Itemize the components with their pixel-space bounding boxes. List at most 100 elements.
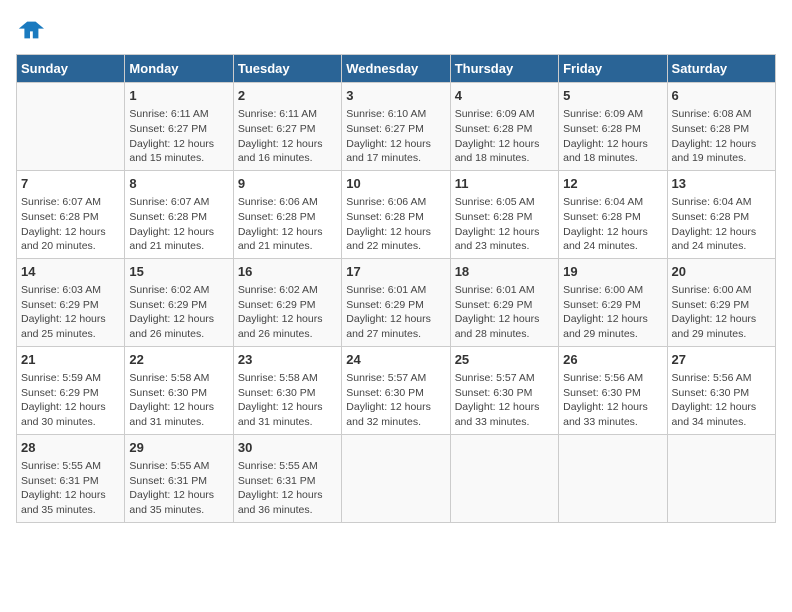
day-number: 8 (129, 175, 228, 193)
calendar-cell: 26 Sunrise: 5:56 AM Sunset: 6:30 PM Dayli… (559, 346, 667, 434)
calendar-cell: 6 Sunrise: 6:08 AM Sunset: 6:28 PM Daylig… (667, 83, 775, 171)
calendar-cell: 20 Sunrise: 6:00 AM Sunset: 6:29 PM Dayli… (667, 258, 775, 346)
day-number: 19 (563, 263, 662, 281)
day-info: Sunrise: 6:02 AM Sunset: 6:29 PM Dayligh… (238, 283, 337, 342)
day-number: 13 (672, 175, 771, 193)
day-info: Sunrise: 6:03 AM Sunset: 6:29 PM Dayligh… (21, 283, 120, 342)
header-row: SundayMondayTuesdayWednesdayThursdayFrid… (17, 55, 776, 83)
calendar-cell: 17 Sunrise: 6:01 AM Sunset: 6:29 PM Dayli… (342, 258, 450, 346)
calendar-cell: 3 Sunrise: 6:10 AM Sunset: 6:27 PM Daylig… (342, 83, 450, 171)
day-info: Sunrise: 6:09 AM Sunset: 6:28 PM Dayligh… (455, 107, 554, 166)
calendar-cell: 2 Sunrise: 6:11 AM Sunset: 6:27 PM Daylig… (233, 83, 341, 171)
day-info: Sunrise: 5:57 AM Sunset: 6:30 PM Dayligh… (455, 371, 554, 430)
calendar-week-2: 14 Sunrise: 6:03 AM Sunset: 6:29 PM Dayli… (17, 258, 776, 346)
day-number: 14 (21, 263, 120, 281)
day-info: Sunrise: 6:00 AM Sunset: 6:29 PM Dayligh… (563, 283, 662, 342)
calendar-cell: 10 Sunrise: 6:06 AM Sunset: 6:28 PM Dayli… (342, 170, 450, 258)
calendar-cell: 9Sunrise: 6:06 AM Sunset: 6:28 PM Daylig… (233, 170, 341, 258)
day-number: 23 (238, 351, 337, 369)
calendar-cell: 15 Sunrise: 6:02 AM Sunset: 6:29 PM Dayli… (125, 258, 233, 346)
calendar-table: SundayMondayTuesdayWednesdayThursdayFrid… (16, 54, 776, 523)
day-number: 10 (346, 175, 445, 193)
calendar-cell: 16 Sunrise: 6:02 AM Sunset: 6:29 PM Dayli… (233, 258, 341, 346)
day-number: 7 (21, 175, 120, 193)
day-info: Sunrise: 6:01 AM Sunset: 6:29 PM Dayligh… (346, 283, 445, 342)
day-number: 16 (238, 263, 337, 281)
day-number: 5 (563, 87, 662, 105)
day-info: Sunrise: 5:55 AM Sunset: 6:31 PM Dayligh… (238, 459, 337, 518)
calendar-cell: 18Sunrise: 6:01 AM Sunset: 6:29 PM Dayli… (450, 258, 558, 346)
calendar-cell: 30 Sunrise: 5:55 AM Sunset: 6:31 PM Dayli… (233, 434, 341, 522)
calendar-cell: 25 Sunrise: 5:57 AM Sunset: 6:30 PM Dayli… (450, 346, 558, 434)
day-info: Sunrise: 6:00 AM Sunset: 6:29 PM Dayligh… (672, 283, 771, 342)
day-info: Sunrise: 6:09 AM Sunset: 6:28 PM Dayligh… (563, 107, 662, 166)
calendar-cell: 14 Sunrise: 6:03 AM Sunset: 6:29 PM Dayli… (17, 258, 125, 346)
calendar-cell: 11Sunrise: 6:05 AM Sunset: 6:28 PM Dayli… (450, 170, 558, 258)
calendar-cell: 21Sunrise: 5:59 AM Sunset: 6:29 PM Dayli… (17, 346, 125, 434)
calendar-cell: 28 Sunrise: 5:55 AM Sunset: 6:31 PM Dayli… (17, 434, 125, 522)
col-header-saturday: Saturday (667, 55, 775, 83)
day-number: 28 (21, 439, 120, 457)
day-info: Sunrise: 6:01 AM Sunset: 6:29 PM Dayligh… (455, 283, 554, 342)
col-header-sunday: Sunday (17, 55, 125, 83)
day-number: 25 (455, 351, 554, 369)
logo (16, 16, 48, 44)
day-info: Sunrise: 5:55 AM Sunset: 6:31 PM Dayligh… (129, 459, 228, 518)
day-info: Sunrise: 6:06 AM Sunset: 6:28 PM Dayligh… (346, 195, 445, 254)
calendar-cell: 27 Sunrise: 5:56 AM Sunset: 6:30 PM Dayli… (667, 346, 775, 434)
calendar-cell: 13Sunrise: 6:04 AM Sunset: 6:28 PM Dayli… (667, 170, 775, 258)
calendar-cell (667, 434, 775, 522)
col-header-friday: Friday (559, 55, 667, 83)
day-info: Sunrise: 6:10 AM Sunset: 6:27 PM Dayligh… (346, 107, 445, 166)
day-info: Sunrise: 6:07 AM Sunset: 6:28 PM Dayligh… (21, 195, 120, 254)
day-info: Sunrise: 6:11 AM Sunset: 6:27 PM Dayligh… (238, 107, 337, 166)
calendar-cell: 5 Sunrise: 6:09 AM Sunset: 6:28 PM Daylig… (559, 83, 667, 171)
col-header-monday: Monday (125, 55, 233, 83)
calendar-cell: 22Sunrise: 5:58 AM Sunset: 6:30 PM Dayli… (125, 346, 233, 434)
day-info: Sunrise: 5:55 AM Sunset: 6:31 PM Dayligh… (21, 459, 120, 518)
calendar-week-4: 28 Sunrise: 5:55 AM Sunset: 6:31 PM Dayli… (17, 434, 776, 522)
logo-icon (16, 16, 44, 44)
calendar-cell: 29 Sunrise: 5:55 AM Sunset: 6:31 PM Dayli… (125, 434, 233, 522)
day-info: Sunrise: 6:04 AM Sunset: 6:28 PM Dayligh… (563, 195, 662, 254)
day-number: 15 (129, 263, 228, 281)
calendar-cell: 8 Sunrise: 6:07 AM Sunset: 6:28 PM Daylig… (125, 170, 233, 258)
day-info: Sunrise: 6:06 AM Sunset: 6:28 PM Dayligh… (238, 195, 337, 254)
day-number: 29 (129, 439, 228, 457)
day-info: Sunrise: 6:07 AM Sunset: 6:28 PM Dayligh… (129, 195, 228, 254)
calendar-cell: 4Sunrise: 6:09 AM Sunset: 6:28 PM Daylig… (450, 83, 558, 171)
day-number: 20 (672, 263, 771, 281)
day-info: Sunrise: 5:58 AM Sunset: 6:30 PM Dayligh… (238, 371, 337, 430)
col-header-wednesday: Wednesday (342, 55, 450, 83)
calendar-cell (559, 434, 667, 522)
calendar-cell: 23 Sunrise: 5:58 AM Sunset: 6:30 PM Dayli… (233, 346, 341, 434)
day-info: Sunrise: 5:56 AM Sunset: 6:30 PM Dayligh… (563, 371, 662, 430)
day-info: Sunrise: 6:11 AM Sunset: 6:27 PM Dayligh… (129, 107, 228, 166)
day-number: 17 (346, 263, 445, 281)
day-info: Sunrise: 5:57 AM Sunset: 6:30 PM Dayligh… (346, 371, 445, 430)
day-number: 27 (672, 351, 771, 369)
day-info: Sunrise: 6:08 AM Sunset: 6:28 PM Dayligh… (672, 107, 771, 166)
day-number: 21 (21, 351, 120, 369)
day-number: 12 (563, 175, 662, 193)
calendar-cell (342, 434, 450, 522)
day-number: 30 (238, 439, 337, 457)
page-header (16, 16, 776, 44)
calendar-cell: 24Sunrise: 5:57 AM Sunset: 6:30 PM Dayli… (342, 346, 450, 434)
calendar-cell: 19 Sunrise: 6:00 AM Sunset: 6:29 PM Dayli… (559, 258, 667, 346)
calendar-cell (450, 434, 558, 522)
calendar-week-0: 1Sunrise: 6:11 AM Sunset: 6:27 PM Daylig… (17, 83, 776, 171)
col-header-thursday: Thursday (450, 55, 558, 83)
day-info: Sunrise: 6:05 AM Sunset: 6:28 PM Dayligh… (455, 195, 554, 254)
day-info: Sunrise: 6:02 AM Sunset: 6:29 PM Dayligh… (129, 283, 228, 342)
calendar-header: SundayMondayTuesdayWednesdayThursdayFrid… (17, 55, 776, 83)
day-number: 6 (672, 87, 771, 105)
calendar-week-1: 7 Sunrise: 6:07 AM Sunset: 6:28 PM Daylig… (17, 170, 776, 258)
day-number: 2 (238, 87, 337, 105)
day-number: 3 (346, 87, 445, 105)
calendar-body: 1Sunrise: 6:11 AM Sunset: 6:27 PM Daylig… (17, 83, 776, 523)
day-info: Sunrise: 5:56 AM Sunset: 6:30 PM Dayligh… (672, 371, 771, 430)
calendar-cell: 7 Sunrise: 6:07 AM Sunset: 6:28 PM Daylig… (17, 170, 125, 258)
calendar-cell (17, 83, 125, 171)
day-number: 26 (563, 351, 662, 369)
